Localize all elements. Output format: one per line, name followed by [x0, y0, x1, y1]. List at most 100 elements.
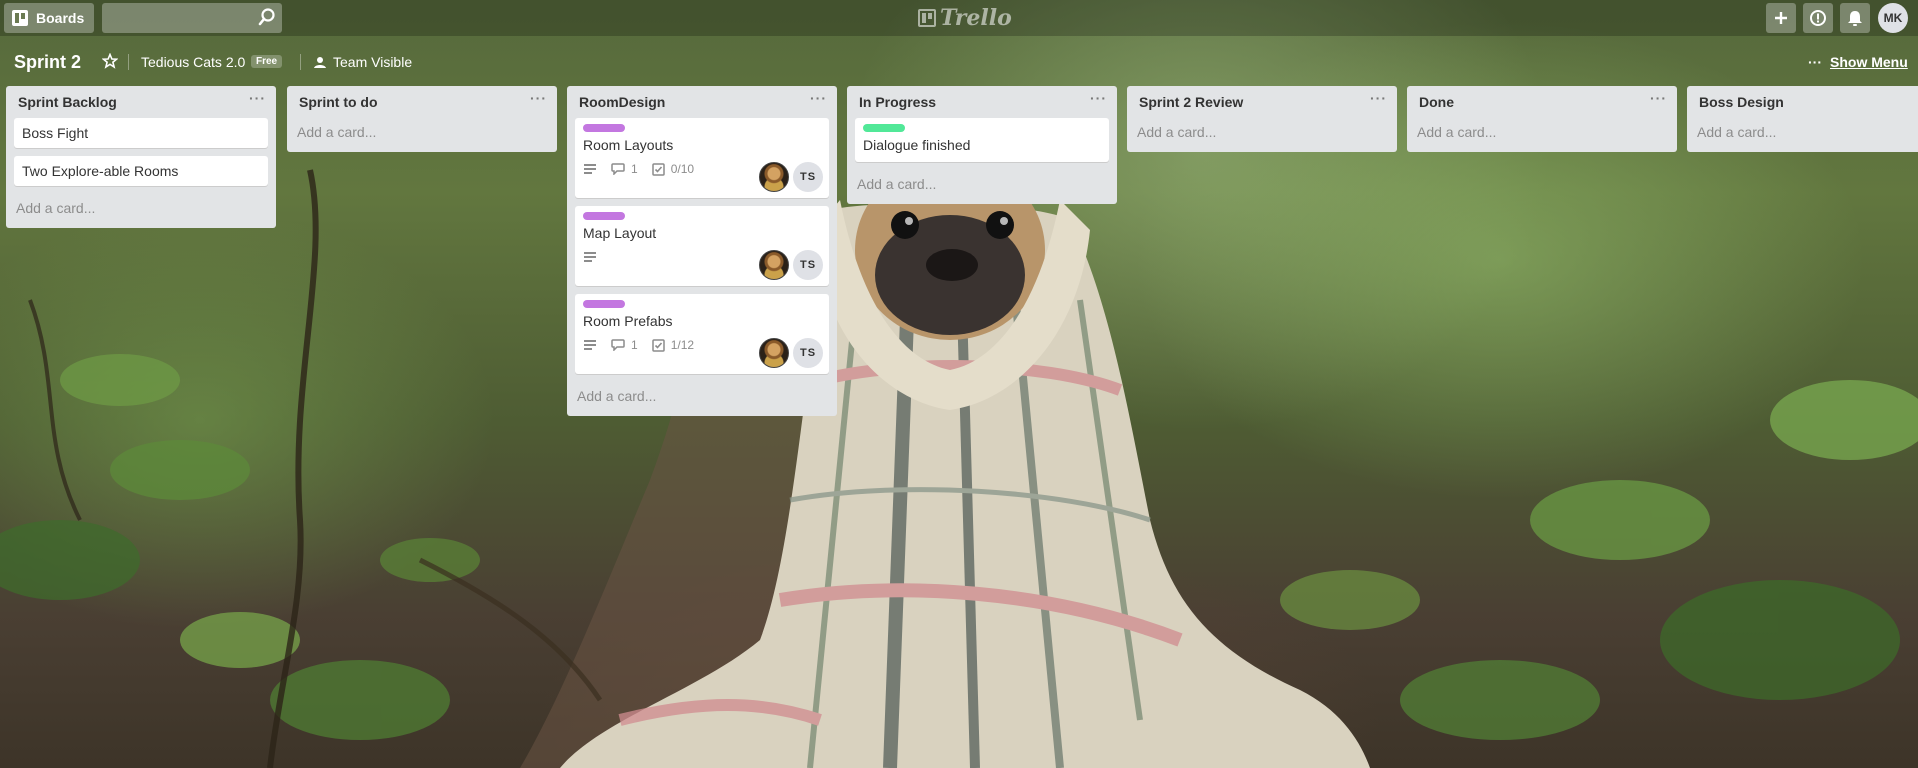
visibility-button[interactable]: Team Visible — [333, 54, 412, 70]
list-header[interactable]: Sprint Backlog ··· — [6, 86, 276, 118]
trello-logo[interactable]: Trello — [918, 4, 1012, 32]
list-sprint-to-do: Sprint to do ··· Add a card... — [287, 86, 557, 152]
board-title[interactable]: Sprint 2 — [14, 52, 81, 73]
bell-icon — [1848, 11, 1862, 26]
add-card-button[interactable]: Add a card... — [287, 118, 557, 148]
member-avatar-photo[interactable] — [759, 338, 789, 368]
info-icon — [1810, 10, 1826, 26]
list-title[interactable]: Sprint Backlog — [18, 94, 117, 110]
list-menu-icon[interactable]: ··· — [249, 90, 266, 106]
card[interactable]: Room Prefabs 1 1/12 TS — [575, 294, 829, 374]
list-roomdesign: RoomDesign ··· Room Layouts 1 0/10 TS Ma… — [567, 86, 837, 416]
add-card-button[interactable]: Add a card... — [1127, 118, 1397, 148]
comments-badge: 1 — [611, 338, 638, 352]
card-title: Boss Fight — [22, 125, 89, 141]
add-card-button[interactable]: Add a card... — [6, 194, 276, 224]
list-title[interactable]: Boss Design — [1699, 94, 1784, 110]
list-menu-icon[interactable]: ··· — [530, 90, 547, 106]
list-header[interactable]: Sprint 2 Review ··· — [1127, 86, 1397, 118]
card-members: TS — [759, 338, 823, 368]
add-card-button[interactable]: Add a card... — [1407, 118, 1677, 148]
show-menu-label: Show Menu — [1830, 54, 1908, 70]
checklist-icon — [651, 162, 665, 176]
team-icon — [314, 57, 326, 68]
add-card-button[interactable]: Add a card... — [1687, 118, 1918, 148]
comment-icon — [611, 163, 625, 175]
trello-logo-icon — [918, 9, 936, 27]
member-avatar[interactable]: TS — [793, 250, 823, 280]
card[interactable]: Two Explore-able Rooms — [14, 156, 268, 186]
list-title[interactable]: RoomDesign — [579, 94, 665, 110]
checklist-icon — [651, 338, 665, 352]
divider — [300, 54, 301, 70]
card-members: TS — [759, 250, 823, 280]
comments-count: 1 — [631, 338, 638, 352]
comments-count: 1 — [631, 162, 638, 176]
card-members: TS — [759, 162, 823, 192]
list-title[interactable]: Done — [1419, 94, 1454, 110]
member-avatar[interactable]: TS — [793, 338, 823, 368]
card[interactable]: Dialogue finished — [855, 118, 1109, 162]
team-name[interactable]: Tedious Cats 2.0 — [141, 54, 245, 70]
notifications-button[interactable] — [1840, 3, 1870, 33]
card[interactable]: Map Layout TS — [575, 206, 829, 286]
boards-button[interactable]: Boards — [4, 3, 94, 33]
board-header: Sprint 2 Tedious Cats 2.0 Free Team Visi… — [0, 42, 1918, 82]
user-avatar[interactable]: MK — [1878, 3, 1908, 33]
member-avatar[interactable]: TS — [793, 162, 823, 192]
card-title: Two Explore-able Rooms — [22, 163, 179, 179]
list-title[interactable]: Sprint 2 Review — [1139, 94, 1243, 110]
card-label-purple[interactable] — [583, 124, 625, 132]
add-card-button[interactable]: Add a card... — [847, 170, 1117, 200]
list-done: Done ··· Add a card... — [1407, 86, 1677, 152]
member-avatar-photo[interactable] — [759, 250, 789, 280]
description-icon — [584, 340, 596, 350]
list-sprint-backlog: Sprint Backlog ··· Boss Fight Two Explor… — [6, 86, 276, 228]
trello-logo-text: Trello — [940, 5, 1012, 31]
divider — [128, 54, 129, 70]
star-icon[interactable] — [102, 53, 118, 69]
show-menu-button[interactable]: ··· Show Menu — [1808, 54, 1908, 70]
list-in-progress: In Progress ··· Dialogue finished Add a … — [847, 86, 1117, 204]
member-avatar-photo[interactable] — [759, 162, 789, 192]
description-icon — [584, 164, 596, 174]
list-title[interactable]: Sprint to do — [299, 94, 378, 110]
boards-label: Boards — [36, 10, 85, 26]
list-header[interactable]: Done ··· — [1407, 86, 1677, 118]
checklist-count: 0/10 — [670, 162, 695, 176]
card[interactable]: Boss Fight — [14, 118, 268, 148]
plus-icon — [1775, 12, 1787, 24]
card-title: Map Layout — [583, 225, 657, 241]
description-icon — [584, 252, 596, 262]
card-label-purple[interactable] — [583, 212, 625, 220]
search-icon[interactable] — [258, 8, 276, 26]
card-label-green[interactable] — [863, 124, 905, 132]
list-title[interactable]: In Progress — [859, 94, 936, 110]
info-button[interactable] — [1803, 3, 1833, 33]
add-card-button[interactable]: Add a card... — [567, 382, 837, 412]
comments-badge: 1 — [611, 162, 638, 176]
list-header[interactable]: Sprint to do ··· — [287, 86, 557, 118]
list-menu-icon[interactable]: ··· — [1090, 90, 1107, 106]
search-input[interactable] — [102, 3, 282, 33]
list-menu-icon[interactable]: ··· — [1650, 90, 1667, 106]
list-menu-icon[interactable]: ··· — [810, 90, 827, 106]
card-title: Room Prefabs — [583, 313, 673, 329]
list-header[interactable]: In Progress ··· — [847, 86, 1117, 118]
card-label-purple[interactable] — [583, 300, 625, 308]
top-header: Boards Trello MK — [0, 0, 1918, 36]
add-button[interactable] — [1766, 3, 1796, 33]
list-header[interactable]: Boss Design — [1687, 86, 1918, 118]
card-title: Room Layouts — [583, 137, 674, 153]
checklist-badge: 0/10 — [651, 162, 695, 176]
list-header[interactable]: RoomDesign ··· — [567, 86, 837, 118]
boards-icon — [12, 10, 28, 26]
list-sprint-2-review: Sprint 2 Review ··· Add a card... — [1127, 86, 1397, 152]
list-menu-icon[interactable]: ··· — [1370, 90, 1387, 106]
plan-badge: Free — [251, 55, 283, 68]
checklist-badge: 1/12 — [651, 338, 695, 352]
checklist-count: 1/12 — [670, 338, 695, 352]
card-title: Dialogue finished — [863, 137, 971, 153]
ellipsis-icon: ··· — [1808, 54, 1822, 70]
card[interactable]: Room Layouts 1 0/10 TS — [575, 118, 829, 198]
